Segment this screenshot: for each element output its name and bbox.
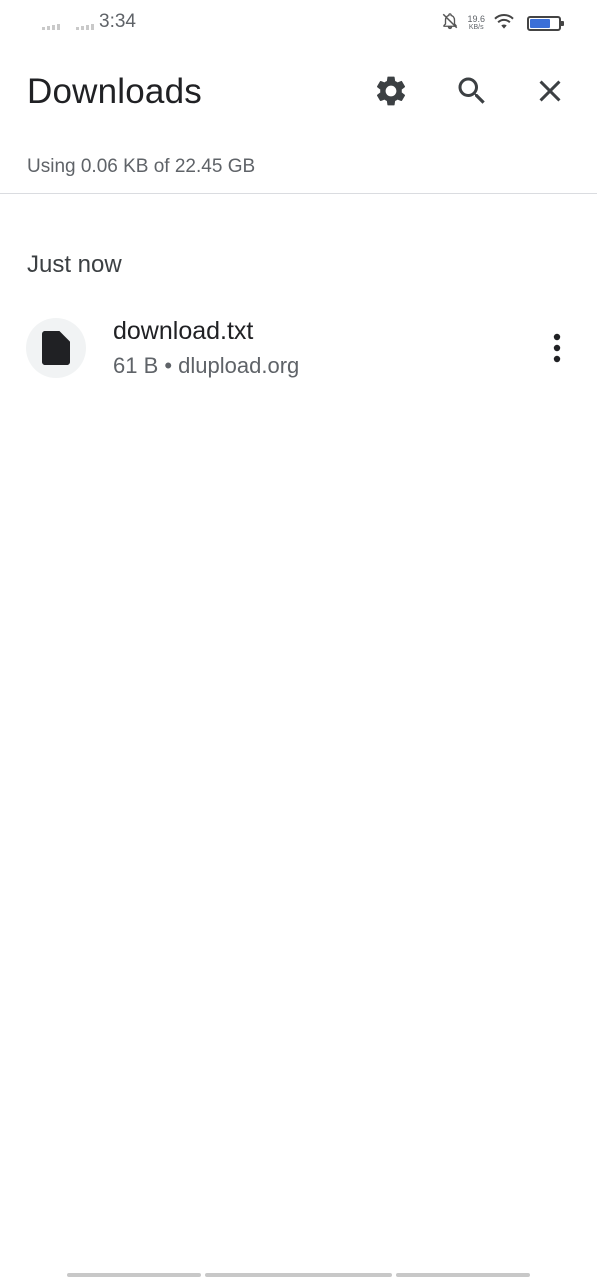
status-bar: 3:34 19.6 KB/s [0,0,597,46]
nav-indicator [67,1273,201,1277]
section-header: Just now [27,251,122,278]
status-icons: 19.6 KB/s [441,12,564,35]
more-vert-icon [553,333,561,363]
network-speed: 19.6 KB/s [467,15,485,32]
gear-icon [376,76,406,106]
close-button[interactable] [529,70,571,112]
settings-button[interactable] [370,70,412,112]
app-header: Downloads [0,56,597,130]
file-icon-container [26,318,86,378]
nav-indicator [396,1273,530,1277]
network-speed-value: 19.6 [467,14,485,24]
status-time: 3:34 [99,11,136,32]
battery-icon [527,16,564,31]
divider [0,193,597,194]
page-title: Downloads [27,72,202,111]
more-options-button[interactable] [537,326,577,370]
file-meta: 61 B • dlupload.org [113,353,300,378]
download-item[interactable]: download.txt 61 B • dlupload.org [0,304,597,392]
network-speed-unit: KB/s [468,24,484,31]
close-icon [539,80,561,102]
notifications-off-icon [441,12,459,35]
signal-icon [76,20,94,30]
search-icon [458,77,485,104]
file-icon [42,331,70,365]
search-button[interactable] [451,70,493,112]
file-name[interactable]: download.txt [113,317,253,346]
storage-summary: Using 0.06 KB of 22.45 GB [27,156,256,177]
nav-indicator [205,1273,392,1277]
gesture-nav-bar [0,1273,597,1277]
signal-icon [42,20,60,30]
wifi-icon [493,12,515,35]
